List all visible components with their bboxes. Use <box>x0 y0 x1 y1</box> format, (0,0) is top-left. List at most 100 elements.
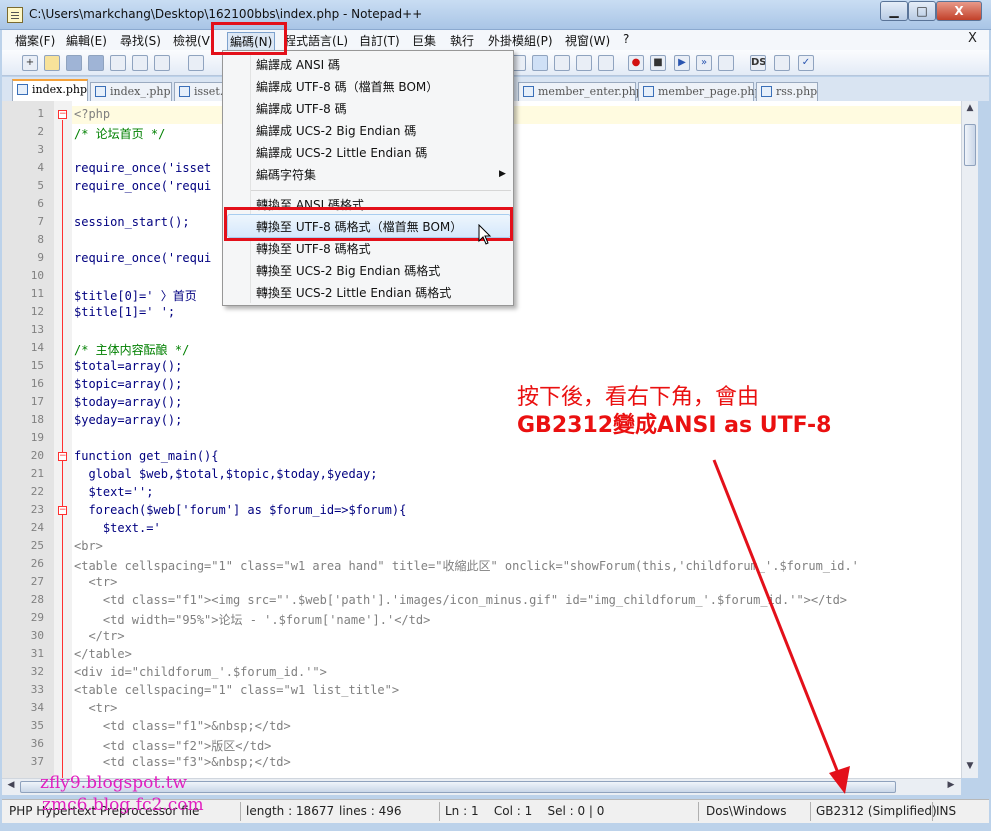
menu-settings[interactable]: 自訂(T) <box>359 32 400 49</box>
line-number: 24 <box>30 521 44 534</box>
minimize-button[interactable]: ▁ <box>880 1 908 21</box>
menu-help[interactable]: ? <box>623 32 629 46</box>
code-line: <br> <box>74 539 103 553</box>
scroll-down-icon[interactable]: ▼ <box>963 761 977 775</box>
record-macro-icon[interactable]: ● <box>628 55 644 71</box>
line-number: 37 <box>30 755 44 768</box>
menu-view[interactable]: 檢視(V) <box>173 32 215 49</box>
document-map-icon[interactable] <box>576 55 592 71</box>
tab-isset-php[interactable]: isset.p <box>174 82 230 101</box>
stop-macro-icon[interactable]: ■ <box>650 55 666 71</box>
tab-label: member_enter.php <box>538 85 643 98</box>
menu-language[interactable]: 程式語言(L) <box>284 32 348 49</box>
plugin-icon[interactable] <box>774 55 790 71</box>
close-file-icon[interactable] <box>110 55 126 71</box>
menu-item-convert-ucs2-le[interactable]: 轉換至 UCS-2 Little Endian 碼格式 <box>256 284 451 301</box>
scroll-left-icon[interactable]: ◀ <box>4 780 18 794</box>
menu-item-encode-ucs2-be[interactable]: 編譯成 UCS-2 Big Endian 碼 <box>256 122 416 139</box>
close-document-button[interactable]: X <box>968 31 977 46</box>
user-defined-language-icon[interactable] <box>554 55 570 71</box>
scroll-right-icon[interactable]: ▶ <box>944 780 958 794</box>
fold-toggle[interactable]: − <box>58 452 67 461</box>
line-number-margin: 1 2 3 4 5 6 7 8 9 10 11 12 13 14 15 16 17 18 19 20 21 22 23 24 2… <box>2 101 54 778</box>
code-line: require_once('isset <box>74 161 212 175</box>
mouse-cursor-icon <box>478 224 492 245</box>
tab-member-page-php[interactable]: member_page.php <box>638 82 762 101</box>
menu-item-encode-utf8[interactable]: 編譯成 UTF-8 碼 <box>256 100 347 117</box>
line-number: 35 <box>30 719 44 732</box>
php-file-icon <box>179 86 190 97</box>
tab-index-underscore-php[interactable]: index_.php <box>90 82 172 101</box>
menu-item-convert-ucs2-be[interactable]: 轉換至 UCS-2 Big Endian 碼格式 <box>256 262 440 279</box>
tab-member-enter-php[interactable]: member_enter.php <box>518 82 643 101</box>
encoding-dropdown-menu: 編譯成 ANSI 碼 編譯成 UTF-8 碼（檔首無 BOM） 編譯成 UTF-… <box>222 50 514 306</box>
code-line: require_once('requi <box>74 251 212 265</box>
save-all-icon[interactable] <box>88 55 104 71</box>
menu-item-convert-utf8[interactable]: 轉換至 UTF-8 碼格式 <box>256 240 371 257</box>
menu-search[interactable]: 尋找(S) <box>120 32 161 49</box>
menu-item-encode-ucs2-le[interactable]: 編譯成 UCS-2 Little Endian 碼 <box>256 144 427 161</box>
line-number: 22 <box>30 485 44 498</box>
code-line: <?php <box>74 107 111 121</box>
code-line: $topic=array(); <box>74 377 183 391</box>
save-macro-icon[interactable] <box>718 55 734 71</box>
line-number: 31 <box>30 647 44 660</box>
menu-edit[interactable]: 編輯(E) <box>66 32 107 49</box>
save-icon[interactable] <box>66 55 82 71</box>
scroll-up-icon[interactable]: ▲ <box>963 103 977 117</box>
line-number: 13 <box>30 323 44 336</box>
status-length: length : 18677 <box>246 804 335 818</box>
code-line: $title[1]=' '; <box>74 305 176 319</box>
line-number: 17 <box>30 395 44 408</box>
php-file-icon <box>523 86 534 97</box>
php-file-icon <box>643 86 654 97</box>
tab-label: index_.php <box>110 85 171 98</box>
menu-item-character-sets[interactable]: 編碼字符集 <box>256 166 316 183</box>
show-indent-guide-icon[interactable] <box>532 55 548 71</box>
maximize-button[interactable]: □ <box>908 1 936 21</box>
play-macro-multiple-icon[interactable]: » <box>696 55 712 71</box>
open-file-icon[interactable] <box>44 55 60 71</box>
line-number: 1 <box>37 107 44 120</box>
tab-index-php[interactable]: index.php <box>12 79 88 101</box>
line-number: 20 <box>30 449 44 462</box>
line-number: 11 <box>30 287 44 300</box>
spell-check-icon[interactable]: ✓ <box>798 55 814 71</box>
code-line: </tr> <box>74 629 125 643</box>
menu-file[interactable]: 檔案(F) <box>15 32 55 49</box>
line-number: 9 <box>37 251 44 264</box>
ds-plugin-icon[interactable]: DS <box>750 55 766 71</box>
menu-item-encode-utf8-no-bom[interactable]: 編譯成 UTF-8 碼（檔首無 BOM） <box>256 78 438 95</box>
menu-window[interactable]: 視窗(W) <box>565 32 610 49</box>
menu-plugins[interactable]: 外掛模組(P) <box>488 32 553 49</box>
close-window-button[interactable]: X <box>936 1 982 21</box>
new-file-icon[interactable]: + <box>22 55 38 71</box>
code-line: <tr> <box>74 701 118 715</box>
code-line: /* 论坛首页 */ <box>74 127 166 141</box>
line-number: 30 <box>30 629 44 642</box>
menu-run[interactable]: 執行 <box>450 32 474 49</box>
vertical-scroll-thumb[interactable] <box>964 124 976 166</box>
close-all-icon[interactable] <box>132 55 148 71</box>
tab-rss-php[interactable]: rss.php <box>756 82 818 101</box>
fold-toggle[interactable]: − <box>58 110 67 119</box>
fold-toggle[interactable]: − <box>58 506 67 515</box>
line-number: 23 <box>30 503 44 516</box>
menu-macro[interactable]: 巨集 <box>412 32 436 49</box>
cut-icon[interactable] <box>188 55 204 71</box>
line-number: 18 <box>30 413 44 426</box>
play-macro-icon[interactable]: ▶ <box>674 55 690 71</box>
fold-line <box>62 120 63 778</box>
tab-label: index.php <box>32 83 88 96</box>
code-line: <table cellspacing="1" class="w1 list_ti… <box>74 683 400 697</box>
function-list-icon[interactable] <box>598 55 614 71</box>
menu-item-encode-ansi[interactable]: 編譯成 ANSI 碼 <box>256 56 340 73</box>
title-bar[interactable]: C:\Users\markchang\Desktop\162100bbs\ind… <box>0 0 991 30</box>
notepad-icon <box>7 7 23 23</box>
line-number: 33 <box>30 683 44 696</box>
vertical-scrollbar[interactable]: ▲ ▼ <box>961 101 978 778</box>
watermark-blogspot: zfly9.blogspot.tw <box>40 773 188 793</box>
status-encoding: GB2312 (Simplified) <box>816 804 937 818</box>
print-icon[interactable] <box>154 55 170 71</box>
fold-margin[interactable]: − − − <box>54 101 72 778</box>
